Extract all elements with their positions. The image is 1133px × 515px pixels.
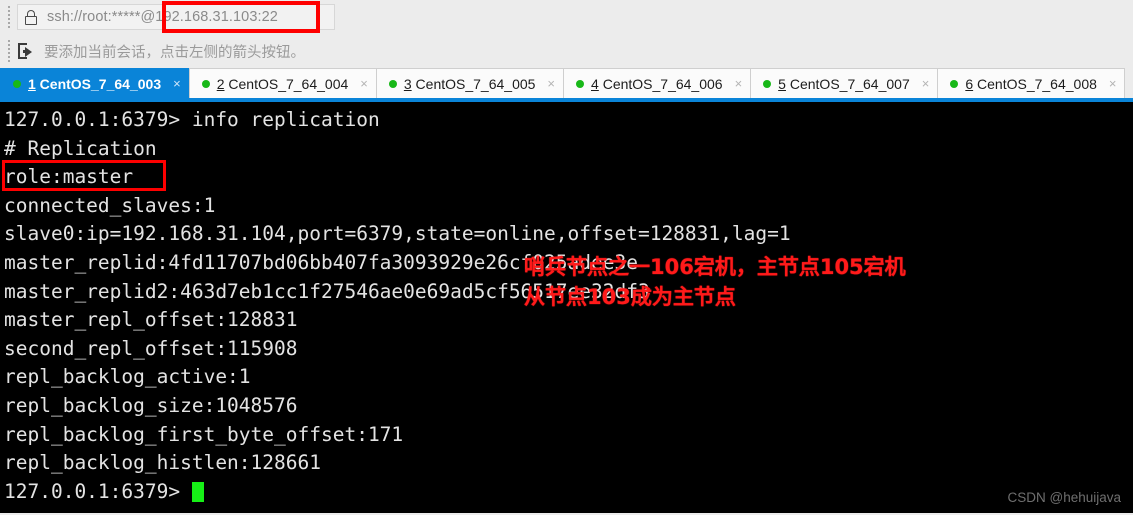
ssh-client-window: ssh://root:*****@192.168.31.103:22 要添加当前…	[0, 0, 1133, 515]
terminal-pane[interactable]: 127.0.0.1:6379> info replication # Repli…	[0, 102, 1133, 513]
tab-centos-006[interactable]: 4 CentOS_7_64_006 ×	[563, 68, 752, 98]
tab-centos-004[interactable]: 2 CentOS_7_64_004 ×	[188, 68, 377, 98]
tab-name: CentOS_7_64_005	[411, 75, 536, 92]
tab-name: CentOS_7_64_003	[35, 75, 162, 92]
terminal-line: repl_backlog_active:1	[4, 365, 251, 389]
lock-icon	[24, 9, 38, 25]
annotation-line-2: 从节点103成为主节点	[524, 285, 736, 309]
terminal-line: repl_backlog_first_byte_offset:171	[4, 422, 404, 446]
connection-status-icon	[763, 79, 772, 88]
terminal-line: second_repl_offset:115908	[4, 336, 298, 360]
close-icon[interactable]: ×	[173, 77, 181, 90]
tab-centos-008[interactable]: 6 CentOS_7_64_008 ×	[937, 68, 1126, 98]
annotation-line-1: 哨兵节点之一106宕机，主节点105宕机	[524, 255, 906, 279]
address-toolbar: ssh://root:*****@192.168.31.103:22	[0, 0, 1133, 34]
terminal-prompt: 127.0.0.1:6379>	[4, 479, 192, 503]
tab-name: CentOS_7_64_008	[973, 75, 1097, 92]
tab-centos-007[interactable]: 5 CentOS_7_64_007 ×	[750, 68, 939, 98]
connection-status-icon	[576, 79, 585, 88]
tab-name: CentOS_7_64_004	[224, 75, 349, 92]
red-annotation-note: 哨兵节点之一106宕机，主节点105宕机 从节点103成为主节点	[524, 252, 906, 312]
watermark: CSDN @hehuijava	[1007, 490, 1121, 505]
close-icon[interactable]: ×	[922, 77, 930, 90]
close-icon[interactable]: ×	[1109, 77, 1117, 90]
tab-centos-005[interactable]: 3 CentOS_7_64_005 ×	[375, 68, 565, 98]
tab-name: CentOS_7_64_006	[598, 75, 723, 92]
tab-label: 1 CentOS_7_64_003	[28, 76, 161, 92]
flag-arrow-icon[interactable]	[18, 43, 35, 59]
terminal-line: slave0:ip=192.168.31.104,port=6379,state…	[4, 222, 791, 246]
hint-toolbar-drag-handle[interactable]	[3, 40, 15, 62]
connection-status-icon	[388, 79, 397, 88]
tab-label: 5 CentOS_7_64_007	[778, 76, 910, 92]
session-tab-strip: 1 CentOS_7_64_003 × 2 CentOS_7_64_004 × …	[0, 68, 1133, 102]
tab-label: 3 CentOS_7_64_005	[404, 76, 536, 92]
tab-label: 4 CentOS_7_64_006	[591, 76, 723, 92]
connection-status-icon	[13, 79, 21, 88]
session-url-field[interactable]: ssh://root:*****@192.168.31.103:22	[17, 4, 335, 30]
block-cursor-icon	[191, 481, 204, 502]
session-hint-toolbar: 要添加当前会话，点击左侧的箭头按钮。	[0, 34, 1133, 68]
terminal-line: # Replication	[4, 136, 157, 160]
close-icon[interactable]: ×	[547, 77, 555, 90]
tab-index: 1	[28, 75, 36, 92]
connection-status-icon	[201, 79, 210, 88]
session-url-text: ssh://root:*****@192.168.31.103:22	[47, 9, 278, 25]
tab-centos-003[interactable]: 1 CentOS_7_64_003 ×	[0, 68, 190, 98]
tab-index: 5	[778, 75, 786, 92]
terminal-line: repl_backlog_histlen:128661	[4, 451, 321, 475]
terminal-prompt-line: 127.0.0.1:6379>	[4, 478, 1133, 507]
close-icon[interactable]: ×	[360, 77, 368, 90]
tab-index: 4	[591, 75, 599, 92]
tab-index: 3	[403, 75, 412, 92]
terminal-line: connected_slaves:1	[4, 193, 216, 217]
terminal-line: 127.0.0.1:6379> info replication	[4, 108, 380, 131]
tab-name: CentOS_7_64_007	[785, 75, 910, 92]
toolbar-drag-handle[interactable]	[3, 6, 15, 28]
terminal-line-role: role:master	[4, 165, 134, 189]
tab-index: 2	[216, 75, 225, 92]
tab-index: 6	[965, 75, 974, 92]
tab-label: 2 CentOS_7_64_004	[217, 76, 349, 92]
close-icon[interactable]: ×	[735, 77, 743, 90]
terminal-line: repl_backlog_size:1048576	[4, 393, 298, 417]
tab-label: 6 CentOS_7_64_008	[965, 76, 1097, 92]
session-hint-text: 要添加当前会话，点击左侧的箭头按钮。	[44, 44, 305, 61]
connection-status-icon	[950, 79, 959, 88]
